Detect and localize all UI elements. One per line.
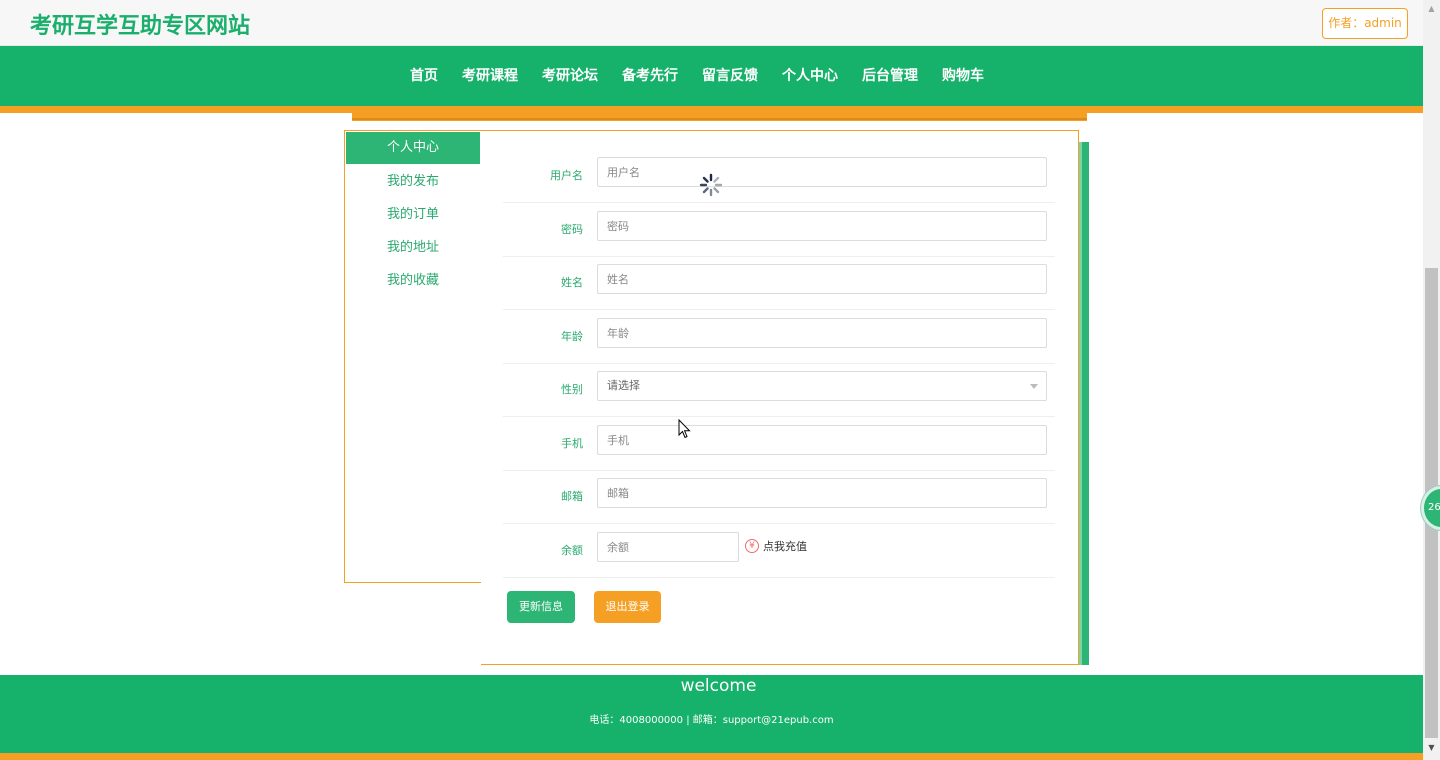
recharge-label: 点我充值 [763,540,807,553]
chevron-down-icon [1030,384,1038,389]
scroll-down-arrow-icon[interactable]: ▼ [1423,739,1440,756]
nav-list: 首页 考研课程 考研论坛 备考先行 留言反馈 个人中心 后台管理 购物车 [398,46,996,106]
yen-icon: ¥ [745,539,759,553]
balance-input[interactable] [597,532,739,562]
phone-label: 手机 [561,437,583,450]
scroll-up-arrow-icon[interactable]: ▲ [1423,0,1440,17]
form-row-username: 用户名 [503,149,1055,203]
name-label: 姓名 [561,276,583,289]
nav-item-feedback[interactable]: 留言反馈 [690,46,770,106]
loading-spinner-icon [699,173,723,197]
profile-form-panel: 用户名 密码 姓名 年龄 性别 请选择 手机 邮箱 [481,130,1079,665]
password-label: 密码 [561,223,583,236]
email-label: 邮箱 [561,490,583,503]
form-row-balance: 余额 ¥ 点我充值 [503,524,1055,578]
top-header: 考研互学互助专区网站 作者：admin [0,0,1423,46]
name-input[interactable] [597,264,1047,294]
mouse-cursor-icon [678,419,691,439]
page: 考研互学互助专区网站 作者：admin 首页 考研课程 考研论坛 备考先行 留言… [0,0,1440,760]
age-input[interactable] [597,318,1047,348]
form-row-phone: 手机 [503,417,1055,471]
footer-contact: 电话：4008000000 | 邮箱：support@21epub.com [589,715,834,726]
sidebar-menu: 个人中心 我的发布 我的订单 我的地址 我的收藏 [344,130,482,583]
sidebar-item-my-orders[interactable]: 我的订单 [345,198,481,231]
form-row-password: 密码 [503,203,1055,257]
form-row-email: 邮箱 [503,470,1055,524]
update-info-button[interactable]: 更新信息 [507,591,575,623]
panel-shadow-highlight [1079,142,1082,665]
footer-bottom-border [0,753,1423,760]
nav-item-prep[interactable]: 备考先行 [610,46,690,106]
sidebar-item-my-addresses[interactable]: 我的地址 [345,231,481,264]
footer-title: welcome [680,676,757,696]
form-row-name: 姓名 [503,256,1055,310]
gender-select-value: 请选择 [607,379,640,392]
username-input[interactable] [597,157,1047,187]
author-button[interactable]: 作者：admin [1322,8,1408,39]
nav-item-cart[interactable]: 购物车 [930,46,996,106]
form-row-gender: 性别 请选择 [503,363,1055,417]
logout-button[interactable]: 退出登录 [594,591,661,623]
recharge-link[interactable]: ¥ 点我充值 [745,538,807,554]
gender-label: 性别 [561,383,583,396]
nav-item-courses[interactable]: 考研课程 [450,46,530,106]
site-title[interactable]: 考研互学互助专区网站 [30,8,250,40]
gender-select[interactable]: 请选择 [597,371,1047,401]
nav-item-personal-center[interactable]: 个人中心 [770,46,850,106]
nav-item-forum[interactable]: 考研论坛 [530,46,610,106]
vertical-scrollbar[interactable]: ▲ ▼ [1423,0,1440,760]
phone-input[interactable] [597,425,1047,455]
sidebar-item-personal-center[interactable]: 个人中心 [346,132,480,164]
age-label: 年龄 [561,330,583,343]
sidebar-item-my-favorites[interactable]: 我的收藏 [345,264,481,297]
username-label: 用户名 [550,169,583,182]
nav-item-admin[interactable]: 后台管理 [850,46,930,106]
nav-divider [0,106,1423,113]
main-nav: 首页 考研课程 考研论坛 备考先行 留言反馈 个人中心 后台管理 购物车 [0,46,1423,106]
page-footer: welcome 电话：4008000000 | 邮箱：support@21epu… [0,675,1423,753]
email-input[interactable] [597,478,1047,508]
content-top-divider [345,113,1087,121]
balance-label: 余额 [561,544,583,557]
form-row-age: 年龄 [503,310,1055,364]
nav-item-home[interactable]: 首页 [398,46,450,106]
sidebar-item-my-posts[interactable]: 我的发布 [345,165,481,198]
password-input[interactable] [597,211,1047,241]
